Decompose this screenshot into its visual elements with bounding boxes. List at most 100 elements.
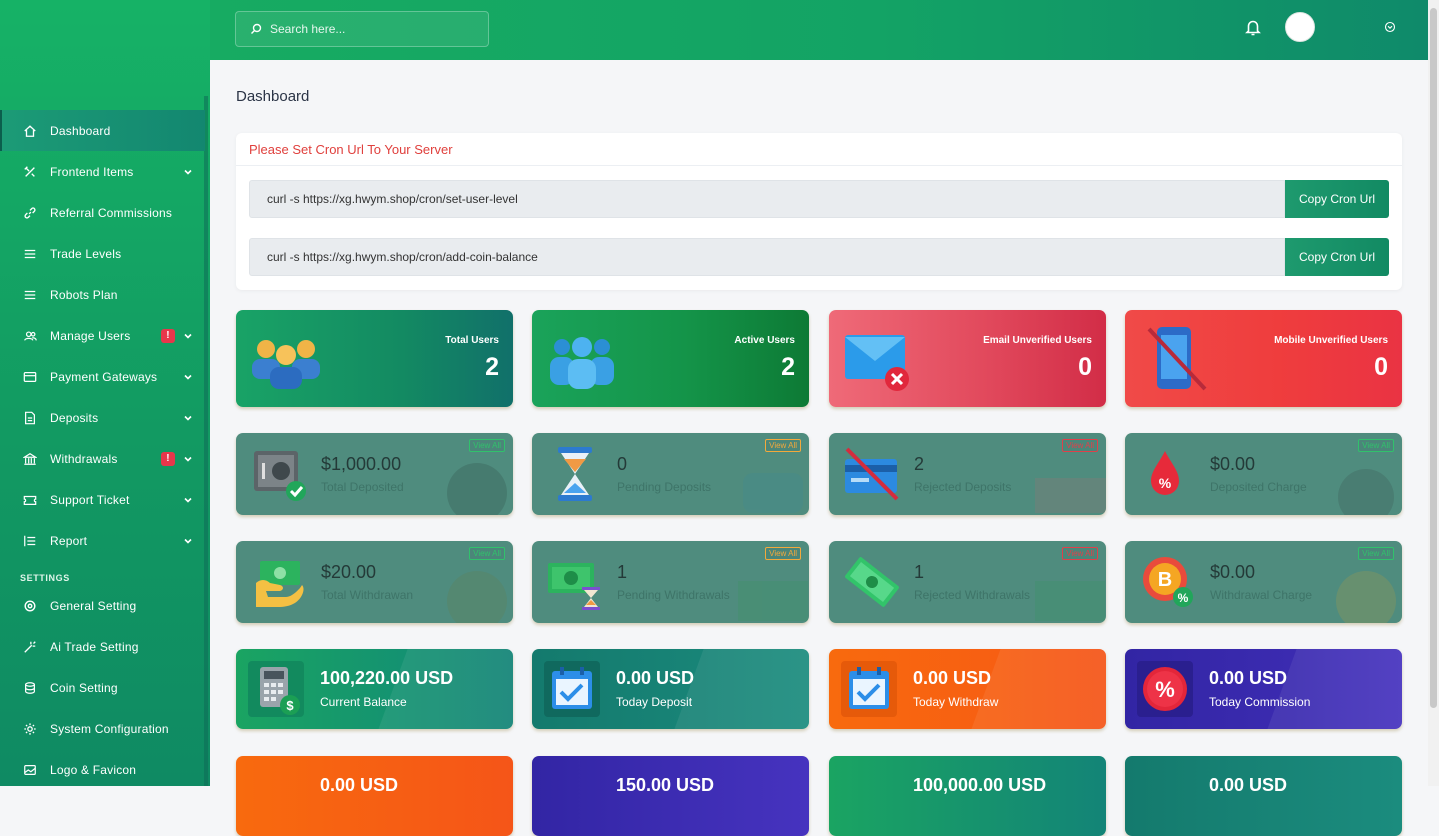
users-icon (550, 337, 614, 389)
sidebar-item-label: Coin Setting (50, 680, 118, 695)
balance-card-current-balance[interactable]: $ 100,220.00 USD Current Balance (236, 649, 513, 729)
view-all-button[interactable]: View All (1358, 547, 1394, 560)
cash-watermark-icon (447, 571, 507, 623)
sidebar-item-report[interactable]: Report (0, 520, 205, 561)
stat-title: Email Unverified Users (983, 335, 1092, 346)
sidebar-item-withdrawals[interactable]: Withdrawals ! (0, 438, 205, 479)
view-all-button[interactable]: View All (1358, 439, 1394, 452)
sidebar-item-label: Ai Trade Setting (50, 639, 139, 654)
view-all-button[interactable]: View All (765, 439, 801, 452)
view-all-button[interactable]: View All (1062, 439, 1098, 452)
sidebar-item-label: Dashboard (50, 123, 111, 138)
coins-icon (22, 680, 38, 696)
cash-hand-icon (256, 561, 304, 607)
sidebar-item-label: Withdrawals (50, 451, 118, 466)
chevron-down-icon (184, 415, 192, 421)
sidebar-item-coin-setting[interactable]: Coin Setting (0, 667, 205, 708)
sidebar-item-label: Logo & Favicon (50, 762, 137, 777)
safe-watermark-icon (447, 463, 507, 515)
stat-card-email-unverified-users[interactable]: Email Unverified Users 0 (829, 310, 1106, 407)
deposit-card-deposited-charge[interactable]: View All % $0.00 Deposited Charge (1125, 433, 1402, 515)
copy-cron-url-button[interactable]: Copy Cron Url (1285, 180, 1389, 218)
sidebar-item-label: Referral Commissions (50, 205, 173, 220)
deposit-card-total-deposited[interactable]: View All $1,000.00 Total Deposited (236, 433, 513, 515)
sidebar-item-general-setting[interactable]: General Setting (0, 585, 205, 626)
sidebar-item-dashboard[interactable]: Dashboard (0, 110, 205, 151)
bitcoin-percent-icon: B % (1143, 557, 1193, 607)
card-label: Pending Deposits (617, 480, 712, 494)
card-decoration (971, 649, 1106, 729)
calculator-icon: $ (248, 661, 304, 717)
sidebar-item-payment-gateways[interactable]: Payment Gateways (0, 356, 205, 397)
balance-card-today-deposit[interactable]: 0.00 USD Today Deposit (532, 649, 809, 729)
sidebar-nav: Dashboard Frontend Items Referral Commis… (0, 110, 205, 786)
page-title: Dashboard (236, 88, 310, 105)
bottom-card[interactable]: 0.00 USD (236, 756, 513, 836)
tools-icon (22, 164, 38, 180)
stat-card-active-users[interactable]: Active Users 2 (532, 310, 809, 407)
scrollbar-thumb[interactable] (1430, 8, 1437, 708)
copy-cron-url-button[interactable]: Copy Cron Url (1285, 238, 1389, 276)
cron-row: curl -s https://xg.hwym.shop/cron/set-us… (249, 180, 1389, 218)
sidebar-item-referral-commissions[interactable]: Referral Commissions (0, 192, 205, 233)
hourglass-icon (558, 447, 592, 501)
cron-url-field[interactable]: curl -s https://xg.hwym.shop/cron/set-us… (249, 180, 1285, 218)
stat-card-total-users[interactable]: Total Users 2 (236, 310, 513, 407)
chevron-down-icon (184, 169, 192, 175)
ticket-icon (22, 492, 38, 508)
balance-card-today-withdraw[interactable]: 0.00 USD Today Withdraw (829, 649, 1106, 729)
view-all-button[interactable]: View All (469, 439, 505, 452)
card-value: $20.00 (321, 562, 377, 582)
view-all-button[interactable]: View All (469, 547, 505, 560)
calendar-check-icon (544, 661, 600, 717)
sidebar-item-frontend-items[interactable]: Frontend Items (0, 151, 205, 192)
chevron-down-circle-icon[interactable] (1384, 21, 1396, 33)
withdraw-card-rejected-withdrawals[interactable]: View All 1 Rejected Withdrawals (829, 541, 1106, 623)
cog-icon (22, 598, 38, 614)
sidebar-item-label: Report (50, 533, 88, 548)
bitcoin-watermark-icon (1336, 571, 1396, 623)
card-label: Total Withdrawan (321, 588, 414, 602)
bottom-card[interactable]: 0.00 USD (1125, 756, 1402, 836)
users-group-icon (252, 340, 320, 389)
users-icon (22, 328, 38, 344)
stat-value: 0 (1078, 353, 1092, 381)
sidebar-item-support-ticket[interactable]: Support Ticket (0, 479, 205, 520)
view-all-button[interactable]: View All (1062, 547, 1098, 560)
balance-card-today-commission[interactable]: % 0.00 USD Today Commission (1125, 649, 1402, 729)
page-scrollbar[interactable] (1428, 0, 1439, 786)
sidebar-item-label: General Setting (50, 598, 137, 613)
search-box[interactable] (235, 11, 489, 47)
balance-label: Today Withdraw (913, 695, 999, 709)
withdraw-card-pending-withdrawals[interactable]: View All 1 Pending Withdrawals (532, 541, 809, 623)
deposit-card-pending-deposits[interactable]: View All 0 Pending Deposits (532, 433, 809, 515)
withdraw-card-withdrawal-charge[interactable]: View All B % $0.00 Withdrawal Charge (1125, 541, 1402, 623)
sidebar-item-ai-trade-setting[interactable]: Ai Trade Setting (0, 626, 205, 667)
sidebar-item-robots-plan[interactable]: Robots Plan (0, 274, 205, 315)
withdraw-card-total-withdrawan[interactable]: View All $20.00 Total Withdrawan (236, 541, 513, 623)
sidebar: Dashboard Frontend Items Referral Commis… (0, 0, 210, 786)
card-value: 2 (914, 454, 925, 474)
chevron-down-icon (184, 497, 192, 503)
sidebar-item-system-configuration[interactable]: System Configuration (0, 708, 205, 749)
notification-bell-icon[interactable] (1245, 18, 1261, 36)
sidebar-item-manage-users[interactable]: Manage Users ! (0, 315, 205, 356)
sidebar-item-trade-levels[interactable]: Trade Levels (0, 233, 205, 274)
sidebar-item-logo-favicon[interactable]: Logo & Favicon (0, 749, 205, 786)
card-value: $1,000.00 (321, 454, 402, 474)
sidebar-item-deposits[interactable]: Deposits (0, 397, 205, 438)
search-icon (251, 23, 262, 34)
chevron-down-icon (184, 538, 192, 544)
stat-card-mobile-unverified-users[interactable]: Mobile Unverified Users 0 (1125, 310, 1402, 407)
avatar[interactable] (1285, 12, 1315, 42)
bottom-card[interactable]: 100,000.00 USD (829, 756, 1106, 836)
search-input[interactable] (270, 22, 470, 36)
bottom-card[interactable]: 150.00 USD (532, 756, 809, 836)
cron-url-field[interactable]: curl -s https://xg.hwym.shop/cron/add-co… (249, 238, 1285, 276)
home-icon (22, 123, 38, 139)
view-all-button[interactable]: View All (765, 547, 801, 560)
cash-watermark-icon (1035, 581, 1105, 621)
cash-watermark-icon (738, 581, 808, 621)
deposit-card-rejected-deposits[interactable]: View All 2 Rejected Deposits (829, 433, 1106, 515)
sidebar-item-label: Support Ticket (50, 492, 130, 507)
